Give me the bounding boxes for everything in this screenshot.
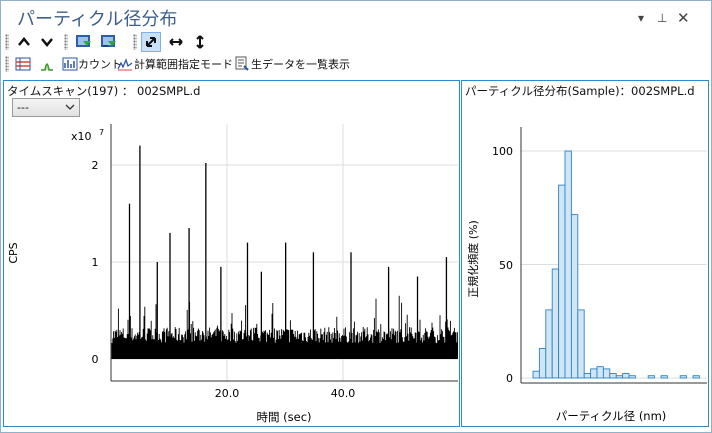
histogram-chart[interactable]: 0 50 100 パーティクル径 (nm) 正規化頻度 (%) — [461, 119, 707, 425]
count-chart-icon — [62, 57, 78, 71]
raw-data-list-icon — [235, 56, 249, 71]
toolbar-grip[interactable] — [5, 56, 9, 72]
chevron-down-icon — [65, 104, 75, 110]
y-axis-label: CPS — [7, 242, 20, 263]
histogram-bar — [679, 375, 688, 379]
time-scan-title: タイムスキャン(197) ： 002SMPL.d — [7, 84, 201, 98]
expand-vertical-icon — [196, 35, 204, 49]
y-tick-label: 1 — [92, 256, 99, 269]
histogram-bar — [596, 366, 604, 379]
y-axis-label: 正規化頻度 (%) — [466, 220, 480, 298]
histogram-bar — [602, 368, 611, 379]
title-bar: パーティクル径分布 ▾ ⊥ ✕ — [1, 1, 711, 31]
histogram-bar — [660, 375, 668, 379]
expand-vertical-button[interactable] — [191, 33, 209, 51]
up-arrow-icon — [18, 37, 30, 46]
pin-icon[interactable]: ⊥ — [657, 11, 667, 25]
toolbar-navigation — [1, 31, 711, 53]
count-button[interactable] — [62, 56, 78, 72]
expand-horizontal-icon — [169, 38, 183, 46]
export-blue-icon — [101, 35, 116, 47]
time-scan-dropdown[interactable]: --- — [12, 98, 80, 117]
histogram-bar — [564, 150, 572, 379]
histogram-title: パーティクル径分布(Sample)：002SMPL.d — [465, 84, 695, 98]
histogram-bar — [538, 348, 547, 379]
y-tick-label: 0 — [92, 353, 99, 366]
x-axis-label: パーティクル径 (nm) — [556, 409, 667, 423]
count-label[interactable]: カウント — [78, 56, 122, 72]
table-icon — [15, 57, 31, 71]
y-tick-label: 100 — [492, 145, 513, 158]
time-scan-chart[interactable]: x10 7 0 1 2 20.0 40.0 時間 (sec) CPS — [3, 119, 458, 425]
expand-horizontal-button[interactable] — [167, 33, 185, 51]
histogram-bar — [551, 268, 560, 379]
histogram-bar — [609, 373, 617, 379]
close-icon[interactable]: ✕ — [677, 9, 690, 27]
window-title: パーティクル径分布 — [17, 9, 178, 30]
down-arrow-icon — [41, 38, 53, 47]
histogram-bar — [577, 309, 585, 379]
export-green-icon — [76, 35, 91, 47]
histogram-bar — [590, 368, 598, 379]
calc-range-label[interactable]: 計算範囲指定モード — [134, 56, 233, 72]
up-arrow-button[interactable] — [15, 33, 33, 51]
histogram-bar — [647, 375, 656, 379]
y-tick-label: 0 — [506, 372, 513, 385]
export-green-button[interactable] — [74, 32, 94, 52]
histogram-bar — [692, 375, 700, 379]
toolbar-display: カウント 計算範囲指定モード 生データを一覧表示 — [1, 54, 711, 74]
time-scan-signal — [111, 145, 458, 359]
range-chart-icon — [117, 58, 133, 71]
peak-view-button[interactable] — [39, 56, 55, 72]
histogram-bar — [583, 373, 592, 379]
y-exponent-label: 7 — [99, 128, 104, 137]
histogram-bar — [622, 373, 630, 379]
histogram-bar — [570, 214, 579, 379]
raw-data-label[interactable]: 生データを一覧表示 — [251, 56, 350, 72]
down-arrow-button[interactable] — [38, 33, 56, 51]
toolbar-grip[interactable] — [64, 34, 68, 50]
dropdown-value: --- — [17, 101, 29, 114]
dropdown-menu-icon[interactable]: ▾ — [638, 11, 644, 25]
autoscale-icon — [146, 37, 156, 47]
histogram-bar — [615, 375, 624, 379]
y-tick-label: 2 — [92, 159, 99, 172]
histogram-bar — [558, 184, 566, 379]
x-axis-label: 時間 (sec) — [256, 410, 311, 424]
histogram-bar — [532, 370, 540, 379]
x-tick-label: 40.0 — [331, 387, 356, 400]
x-tick-label: 20.0 — [215, 387, 240, 400]
toolbar-grip[interactable] — [133, 34, 137, 50]
signal-baseline-fill — [112, 344, 457, 359]
table-view-button[interactable] — [15, 56, 31, 72]
autoscale-button[interactable] — [141, 32, 161, 52]
export-blue-button[interactable] — [99, 32, 119, 52]
particle-size-window: パーティクル径分布 ▾ ⊥ ✕ カウント 計算範囲指定モード 生データを一覧表示… — [0, 0, 712, 433]
y-tick-label: 50 — [499, 259, 513, 272]
peak-icon — [41, 63, 53, 71]
toolbar-grip[interactable] — [5, 34, 9, 50]
histogram-bar — [545, 309, 553, 379]
histogram-bar — [628, 375, 636, 379]
calc-range-button[interactable] — [117, 56, 133, 72]
y-multiplier-label: x10 — [71, 130, 92, 143]
raw-data-button[interactable] — [234, 56, 250, 72]
